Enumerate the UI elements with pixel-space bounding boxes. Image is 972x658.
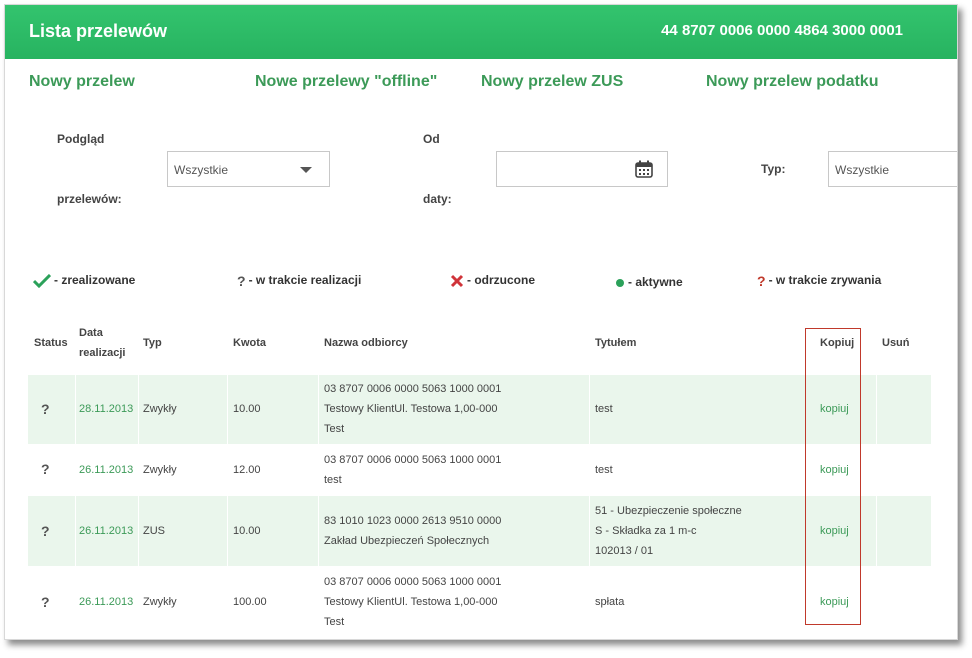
type-filter-select[interactable]: Wszystkie bbox=[828, 151, 957, 187]
row-title-line: 51 - Ubezpieczenie społeczne bbox=[595, 505, 742, 517]
copy-link[interactable]: kopiuj bbox=[820, 399, 849, 419]
legend-pending-label: - w trakcie realizacji bbox=[248, 273, 362, 288]
row-type: Zwykły bbox=[143, 464, 177, 476]
row-amount: 10.00 bbox=[233, 525, 261, 537]
col-delete: Usuń bbox=[882, 337, 910, 349]
type-filter-value: Wszystkie bbox=[835, 163, 889, 177]
legend-done: - zrealizowane bbox=[33, 273, 135, 288]
row-recipient-line: 03 8707 0006 0000 5063 1000 0001 bbox=[324, 576, 502, 588]
row-type: Zwykły bbox=[143, 403, 177, 415]
copy-link[interactable]: kopiuj bbox=[820, 521, 849, 541]
row-date: 26.11.2013 bbox=[79, 596, 134, 608]
row-title-line: spłata bbox=[595, 596, 625, 608]
view-filter-value: Wszystkie bbox=[174, 163, 228, 177]
col-title: Tytułem bbox=[595, 337, 637, 349]
from-date-label-2: daty: bbox=[423, 192, 452, 206]
col-type: Typ bbox=[143, 337, 162, 349]
new-tax-transfer-link[interactable]: Nowy przelew podatku bbox=[706, 73, 878, 91]
legend-cancelling: ? - w trakcie zrywania bbox=[757, 273, 881, 289]
row-recipient-line: Testowy KlientUl. Testowa 1,00-000 bbox=[324, 596, 498, 608]
legend-rejected-label: - odrzucone bbox=[467, 273, 535, 287]
legend-active-label: - aktywne bbox=[628, 275, 683, 289]
copy-link[interactable]: kopiuj bbox=[820, 592, 849, 612]
col-date-2: realizacji bbox=[79, 347, 126, 359]
row-amount: 10.00 bbox=[233, 403, 261, 415]
panel-header: Lista przelewów 44 8707 0006 0000 4864 3… bbox=[5, 5, 957, 59]
row-recipient-line: 03 8707 0006 0000 5063 1000 0001 bbox=[324, 454, 502, 466]
row-date: 26.11.2013 bbox=[79, 464, 134, 476]
view-filter-label-2: przelewów: bbox=[57, 192, 122, 206]
new-zus-transfer-link[interactable]: Nowy przelew ZUS bbox=[481, 73, 623, 91]
status-pending-icon: ? bbox=[41, 523, 50, 539]
col-amount: Kwota bbox=[233, 337, 266, 349]
row-title-line: 102013 / 01 bbox=[595, 545, 654, 557]
row-title-line: S - Składka za 1 m-c bbox=[595, 525, 697, 537]
status-pending-icon: ? bbox=[41, 594, 50, 610]
legend-rejected: - odrzucone bbox=[450, 273, 535, 288]
col-date: Data bbox=[79, 327, 103, 339]
new-offline-transfers-link[interactable]: Nowe przelewy "offline" bbox=[255, 73, 437, 91]
row-date: 28.11.2013 bbox=[79, 403, 134, 415]
row-amount: 100.00 bbox=[233, 596, 267, 608]
row-recipient-line: 03 8707 0006 0000 5063 1000 0001 bbox=[324, 383, 502, 395]
row-recipient-line: Zakład Ubezpieczeń Społecznych bbox=[324, 535, 490, 547]
row-title-line: test bbox=[595, 403, 613, 415]
row-amount: 12.00 bbox=[233, 464, 261, 476]
type-filter-label: Typ: bbox=[761, 162, 786, 176]
row-recipient-line: 83 1010 1023 0000 2613 9510 0000 bbox=[324, 515, 502, 527]
red-question-mark-icon: ? bbox=[757, 273, 766, 289]
checkmark-icon bbox=[33, 273, 51, 288]
cross-icon bbox=[450, 274, 464, 287]
account-number: 44 8707 0006 0000 4864 3000 0001 bbox=[661, 22, 903, 39]
status-pending-icon: ? bbox=[41, 401, 50, 417]
view-filter-label: Podgląd bbox=[57, 132, 105, 146]
legend-active: - aktywne bbox=[615, 275, 683, 289]
from-date-label: Od bbox=[423, 132, 440, 146]
legend-cancelling-label: - w trakcie zrywania bbox=[768, 273, 882, 288]
col-recipient: Nazwa odbiorcy bbox=[324, 337, 408, 349]
col-copy: Kopiuj bbox=[820, 337, 855, 349]
calendar-icon[interactable] bbox=[635, 160, 653, 178]
copy-link[interactable]: kopiuj bbox=[820, 460, 849, 480]
row-recipient-line: Test bbox=[324, 616, 345, 628]
from-date-input[interactable] bbox=[496, 151, 668, 187]
legend-pending: ? - w trakcie realizacji bbox=[237, 273, 361, 289]
row-recipient-line: test bbox=[324, 474, 342, 486]
legend-done-label: - zrealizowane bbox=[54, 273, 136, 287]
page-title: Lista przelewów bbox=[29, 21, 168, 41]
col-status: Status bbox=[34, 337, 68, 349]
row-title-line: test bbox=[595, 464, 613, 476]
row-recipient-line: Testowy KlientUl. Testowa 1,00-000 bbox=[324, 403, 498, 415]
row-date: 26.11.2013 bbox=[79, 525, 134, 537]
transfer-list-panel: Lista przelewów 44 8707 0006 0000 4864 3… bbox=[4, 4, 958, 640]
dot-icon bbox=[616, 278, 624, 287]
row-type: ZUS bbox=[143, 525, 165, 537]
row-recipient-line: Test bbox=[324, 423, 345, 435]
new-transfer-link[interactable]: Nowy przelew bbox=[29, 73, 135, 91]
question-mark-icon: ? bbox=[237, 273, 246, 289]
view-filter-select[interactable]: Wszystkie bbox=[167, 151, 330, 187]
status-pending-icon: ? bbox=[41, 461, 50, 477]
row-type: Zwykły bbox=[143, 596, 177, 608]
chevron-down-icon bbox=[300, 167, 312, 173]
